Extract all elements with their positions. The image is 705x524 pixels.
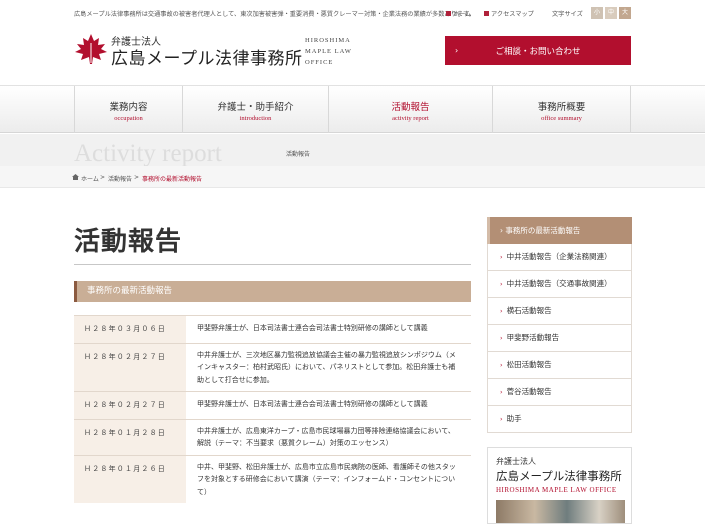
access-map-link[interactable]: アクセスマップ <box>484 9 534 18</box>
chevron-right-icon: › <box>500 334 503 342</box>
office-banner-subtitle: 弁護士法人 <box>496 457 536 466</box>
top-bar: 広島メープル法律事務所は交通事故の被害者代理人として、東次加害被害弾・重要消費・… <box>0 0 705 24</box>
access-map-label: アクセスマップ <box>491 11 534 18</box>
news-date: Ｈ２８年０２月２７日 <box>74 392 186 419</box>
nav-item-label: 活動報告 <box>391 102 430 113</box>
maple-leaf-logo-icon[interactable] <box>74 33 108 65</box>
news-text: 甲斐野弁護士が、日本司法書士連合会司法書士特別研修の講師として講義 <box>197 400 428 408</box>
sidebar-item-label: 事務所の最新活動報告 <box>505 226 581 235</box>
sidebar-item-label: 菅谷活動報告 <box>506 387 552 396</box>
chevron-right-icon: › <box>500 307 503 315</box>
page-header-band: Activity report 活動報告 <box>0 134 705 166</box>
page-title: 活動報告 <box>74 227 183 256</box>
sidebar-item-yokoishi[interactable]: › 横石活動報告 <box>487 298 632 325</box>
font-size-small-button[interactable]: 小 <box>591 7 603 19</box>
nav-item-label: 事務所概要 <box>537 102 586 113</box>
chevron-right-icon: › <box>500 226 503 235</box>
sidebar-menu: › 事務所の最新活動報告 › 中井活動報告（企業法務関連） › 中井活動報告（交通事… <box>487 217 632 433</box>
chevron-right-icon: › <box>500 388 503 396</box>
global-nav: 業務内容 occupation 弁護士・助手紹介 introduction 活動… <box>0 85 705 133</box>
sidebar-item-matsuda[interactable]: › 松田活動報告 <box>487 352 632 379</box>
news-text: 中井、甲斐野、松田弁護士が、広島市立広島市民病院の医師、看護師その他スタッフを対… <box>197 462 456 496</box>
chevron-right-icon: › <box>500 253 503 261</box>
sidebar-item-label: 横石活動報告 <box>506 306 552 315</box>
font-size-label: 文字サイズ <box>552 11 583 18</box>
news-date: Ｈ２８年０３月０６日 <box>74 316 186 343</box>
sidebar-item-nakai-traffic[interactable]: › 中井活動報告（交通事故関連） <box>487 271 632 298</box>
nav-item-occupation[interactable]: 業務内容 occupation <box>74 86 182 133</box>
sidebar-item-sugaya[interactable]: › 菅谷活動報告 <box>487 379 632 406</box>
news-text: 中井弁護士が、広島東洋カープ・広島市民球場暴力団等排除連絡協議会において、解説（… <box>197 426 455 448</box>
logo-english: HIROSHIMA MAPLE LAW OFFICE <box>305 35 352 68</box>
sidebar-item-label: 甲斐野活動報告 <box>506 333 560 342</box>
news-table: Ｈ２８年０３月０６日 甲斐野弁護士が、日本司法書士連合会司法書士特別研修の講師と… <box>74 315 471 503</box>
sidebar-item-label: 助手 <box>506 414 522 423</box>
office-banner-title: 広島メープル法律事務所 <box>496 469 622 483</box>
nav-item-sublabel: office summary <box>541 115 582 122</box>
news-row: Ｈ２８年０３月０６日 甲斐野弁護士が、日本司法書士連合会司法書士特別研修の講師と… <box>74 315 471 343</box>
office-banner-english: HIROSHIMA MAPLE LAW OFFICE <box>496 486 617 494</box>
sidebar-item-current[interactable]: › 事務所の最新活動報告 <box>487 217 632 244</box>
nav-item-sublabel: occupation <box>114 115 143 122</box>
news-text: 中井弁護士が、三次地区暴力監視追放協議会主催の暴力監視追放シンポジウム（メインキ… <box>197 350 456 384</box>
square-bullet-icon <box>446 11 451 16</box>
nav-item-sublabel: activity report <box>392 115 429 122</box>
nav-item-office-summary[interactable]: 事務所概要 office summary <box>492 86 631 133</box>
news-text: 甲斐野弁護士が、日本司法書士連合会司法書士特別研修の講師として講義 <box>197 324 428 332</box>
chevron-right-icon: › <box>500 415 503 423</box>
page-header-label: 活動報告 <box>286 151 311 158</box>
nav-item-label: 業務内容 <box>109 102 148 113</box>
home-link[interactable]: ホーム <box>446 9 471 18</box>
logo-title[interactable]: 広島メープル法律事務所 <box>111 44 302 69</box>
sidebar-item-kaino[interactable]: › 甲斐野活動報告 <box>487 325 632 352</box>
breadcrumb-current: 事務所の最新活動報告 <box>142 176 203 183</box>
consult-contact-button[interactable]: › ご相談・お問い合わせ <box>445 36 631 65</box>
font-size-large-button[interactable]: 大 <box>619 7 631 19</box>
sidebar-item-label: 中井活動報告（交通事故関連） <box>506 279 612 288</box>
square-bullet-icon <box>484 11 489 16</box>
page-header-english: Activity report <box>74 140 222 166</box>
consult-contact-label: ご相談・お問い合わせ <box>495 46 581 57</box>
news-row: Ｈ２８年０２月２７日 中井弁護士が、三次地区暴力監視追放協議会主催の暴力監視追放… <box>74 342 471 391</box>
news-date: Ｈ２８年０１月２８日 <box>74 419 186 455</box>
breadcrumb-parent[interactable]: 活動報告 <box>108 174 132 183</box>
logo-english-line: MAPLE LAW <box>305 48 352 55</box>
breadcrumb-separator: > <box>134 174 140 181</box>
sidebar-item-label: 松田活動報告 <box>506 360 552 369</box>
news-row: Ｈ２８年０１月２６日 中井、甲斐野、松田弁護士が、広島市立広島市民病院の医師、看… <box>74 454 471 503</box>
logo-english-line: HIROSHIMA <box>305 37 351 44</box>
sidebar-item-nakai-corporate[interactable]: › 中井活動報告（企業法務関連） <box>487 244 632 271</box>
news-date: Ｈ２８年０２月２７日 <box>74 343 186 391</box>
nav-item-label: 弁護士・助手紹介 <box>217 102 294 113</box>
chevron-right-icon: › <box>500 280 503 288</box>
breadcrumb-separator: > <box>100 174 106 181</box>
nav-item-activity-report[interactable]: 活動報告 activity report <box>328 86 492 133</box>
news-row: Ｈ２８年０２月２７日 甲斐野弁護士が、日本司法書士連合会司法書士特別研修の講師と… <box>74 391 471 419</box>
news-date: Ｈ２８年０１月２６日 <box>74 455 186 503</box>
title-divider <box>74 264 471 265</box>
breadcrumb: ホーム > 活動報告 > 事務所の最新活動報告 <box>0 166 705 188</box>
home-icon <box>72 174 79 180</box>
office-photo <box>496 500 625 523</box>
nav-item-introduction[interactable]: 弁護士・助手紹介 introduction <box>182 86 328 133</box>
news-row: Ｈ２８年０１月２８日 中井弁護士が、広島東洋カープ・広島市民球場暴力団等排除連絡… <box>74 418 471 455</box>
office-banner[interactable]: 弁護士法人 広島メープル法律事務所 HIROSHIMA MAPLE LAW OF… <box>487 447 632 524</box>
sidebar-item-label: 中井活動報告（企業法務関連） <box>506 252 612 261</box>
section-heading: 事務所の最新活動報告 <box>74 281 471 302</box>
home-link-label: ホーム <box>453 11 472 18</box>
sidebar-item-assistant[interactable]: › 助手 <box>487 406 632 433</box>
chevron-right-icon: › <box>500 361 503 369</box>
breadcrumb-home[interactable]: ホーム <box>81 174 99 183</box>
nav-item-sublabel: introduction <box>239 115 272 122</box>
site-description: 広島メープル法律事務所は交通事故の被害者代理人として、東次加害被害弾・重要消費・… <box>74 11 475 18</box>
logo-english-line: OFFICE <box>305 59 334 66</box>
font-size-medium-button[interactable]: 中 <box>605 7 617 19</box>
